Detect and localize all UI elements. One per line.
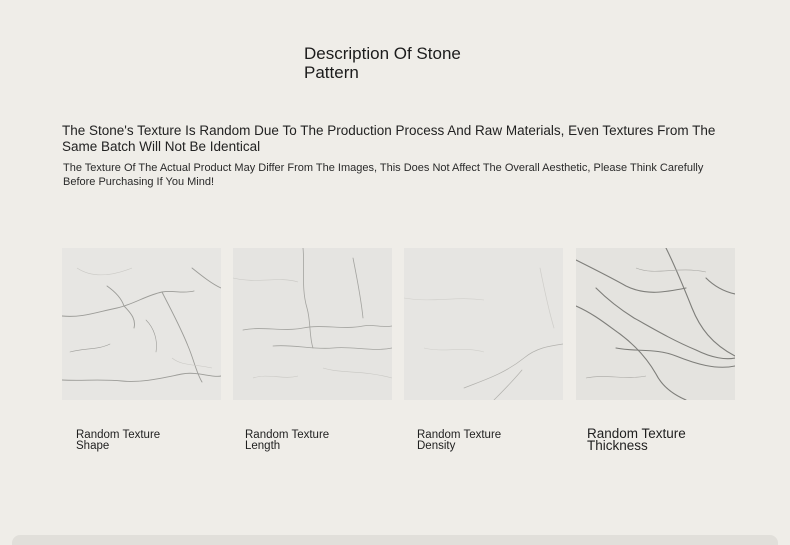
- section-lead-text: The Stone's Texture Is Random Due To The…: [62, 123, 716, 154]
- texture-caption-density: Random Texture Density: [417, 429, 502, 452]
- marble-density-image: [404, 248, 563, 400]
- footer-bar: [12, 535, 778, 545]
- texture-caption-shape: Random Texture Shape: [76, 429, 161, 452]
- texture-caption-thickness: Random Texture Thickness: [587, 426, 686, 453]
- marble-thickness-image: [576, 248, 735, 400]
- marble-length-image: [233, 248, 392, 400]
- texture-card-thickness: Random Texture Thickness: [576, 248, 735, 452]
- texture-caption-length: Random Texture Length: [245, 429, 330, 452]
- section-note-text: The Texture Of The Actual Product May Di…: [63, 162, 704, 188]
- section-title: Description Of Stone Pattern: [304, 44, 461, 82]
- marble-shape-image: [62, 248, 221, 400]
- texture-card-shape: Random Texture Shape: [62, 248, 221, 451]
- texture-card-length: Random Texture Length: [233, 248, 392, 451]
- texture-card-density: Random Texture Density: [404, 248, 563, 451]
